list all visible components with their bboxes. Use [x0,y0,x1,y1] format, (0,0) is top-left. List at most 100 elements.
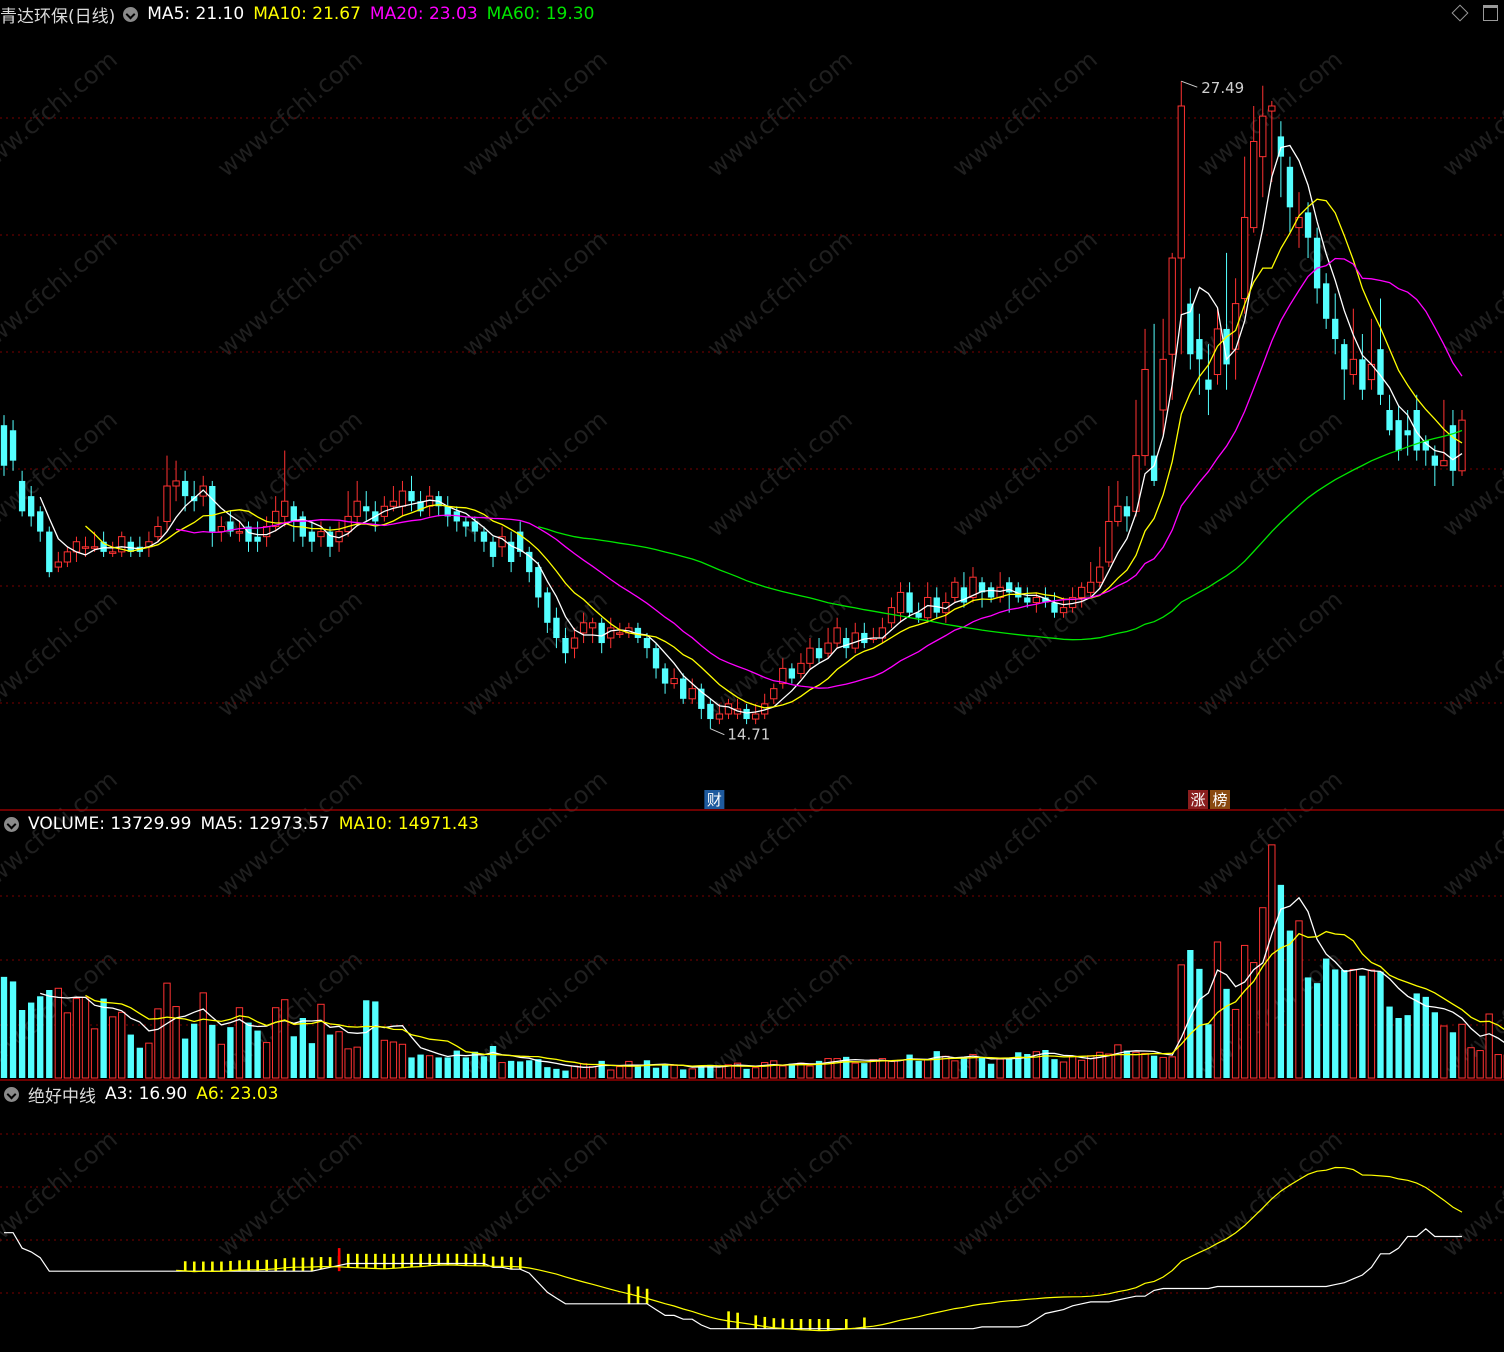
volume-bar[interactable] [1322,958,1330,1078]
candle-body[interactable] [1332,318,1339,340]
candle-body[interactable] [1205,379,1212,390]
volume-bar[interactable] [1150,1055,1158,1078]
candle-body[interactable] [861,632,868,644]
candle-body[interactable] [1051,602,1058,613]
candle-body[interactable] [1114,505,1122,522]
volume-bar[interactable] [1105,1053,1113,1079]
volume-bar[interactable] [81,996,90,1079]
candle-body[interactable] [1431,455,1439,466]
volume-bar[interactable] [254,1030,261,1078]
volume-bar[interactable] [553,1068,560,1078]
volume-bar[interactable] [100,998,107,1078]
candle-body[interactable] [643,638,651,649]
volume-bar[interactable] [235,1007,244,1079]
candle-body[interactable] [1159,358,1167,411]
volume-bar[interactable] [1168,1056,1176,1079]
volume-bar[interactable] [1006,1058,1013,1078]
volume-bar[interactable] [1485,1013,1493,1079]
volume-bar[interactable] [715,1065,724,1079]
candle-body[interactable] [680,678,687,699]
volume-bar[interactable] [18,1010,26,1078]
candle-body[interactable] [389,500,398,507]
candle-body[interactable] [553,617,560,638]
volume-bar[interactable] [661,1064,669,1078]
volume-bar[interactable] [136,1047,144,1078]
volume-bar[interactable] [1196,968,1203,1078]
volume-bar[interactable] [72,998,81,1079]
candle-body[interactable] [815,648,823,659]
volume-bar[interactable] [588,1066,597,1079]
volume-bar[interactable] [290,1036,297,1078]
candle-body[interactable] [933,597,940,613]
volume-bar[interactable] [1132,1051,1140,1079]
volume-bar[interactable] [1332,969,1339,1078]
volume-bar[interactable] [1313,983,1321,1078]
volume-bar[interactable] [1059,1061,1068,1079]
volume-bar[interactable] [896,1059,905,1079]
volume-bar[interactable] [199,992,207,1079]
volume-bar[interactable] [698,1066,705,1078]
candle-body[interactable] [90,546,99,549]
volume-bar[interactable] [1223,988,1230,1078]
volume-bar[interactable] [1068,1055,1077,1079]
volume-bar[interactable] [1286,930,1294,1078]
candle-body[interactable] [1024,597,1031,603]
volume-bar[interactable] [933,1051,940,1078]
volume-bar[interactable] [498,1062,506,1079]
candle-body[interactable] [1123,506,1131,517]
volume-bar[interactable] [1440,1025,1448,1079]
volume-bar[interactable] [770,1060,778,1079]
volume-bar[interactable] [344,1048,352,1079]
candle-body[interactable] [1341,344,1348,370]
candle-body[interactable] [209,486,216,532]
candle-body[interactable] [751,713,760,720]
candle-body[interactable] [1087,581,1095,593]
volume-bar[interactable] [1250,962,1258,1079]
volume-bar[interactable] [480,1056,488,1078]
candle-body[interactable] [353,500,361,517]
volume-bar[interactable] [191,1023,198,1078]
volume-bar[interactable] [335,1031,343,1079]
volume-bar[interactable] [1431,1012,1439,1078]
volume-bar[interactable] [824,1058,832,1079]
window-icon[interactable] [1483,5,1498,21]
candle-body[interactable] [570,637,579,649]
candle-body[interactable] [770,688,778,700]
volume-bar[interactable] [1341,970,1348,1078]
collapse-icon[interactable] [123,6,139,22]
candle-body[interactable] [1395,420,1402,451]
candle-body[interactable] [163,485,171,522]
candle-body[interactable] [797,662,805,674]
candle-body[interactable] [833,627,841,644]
volume-bar[interactable] [987,1063,995,1078]
candle-body[interactable] [217,526,226,533]
candle-body[interactable] [54,561,63,568]
candle-body[interactable] [1304,212,1312,238]
volume-bar[interactable] [326,1034,334,1078]
candle-body[interactable] [851,632,859,649]
volume-bar[interactable] [372,1001,379,1078]
volume-bar[interactable] [544,1067,551,1078]
candle-body[interactable] [480,531,488,542]
volume-bar[interactable] [996,1058,1004,1079]
volume-bar[interactable] [570,1065,579,1079]
volume-bar[interactable] [960,1057,968,1078]
volume-bar[interactable] [118,1011,126,1079]
volume-bar[interactable] [1476,1050,1484,1079]
candle-body[interactable] [562,638,569,654]
volume-bar[interactable] [1240,944,1249,1079]
candle-body[interactable] [906,592,913,613]
volume-bar[interactable] [861,1063,868,1078]
stock-chart[interactable]: www.cfchi.com www.cfchi.com www.cfchi.com w… [0,0,1504,1352]
volume-bar[interactable] [1141,1052,1149,1079]
volume-bar[interactable] [217,1043,226,1079]
candle-body[interactable] [915,612,922,618]
collapse-icon[interactable] [4,816,19,832]
candle-body[interactable] [1240,216,1249,300]
volume-bar[interactable] [1413,993,1420,1078]
volume-bar[interactable] [743,1068,750,1078]
volume-bar[interactable] [688,1068,696,1079]
volume-bar[interactable] [1015,1052,1022,1078]
volume-bar[interactable] [579,1063,588,1079]
volume-bar[interactable] [851,1062,859,1079]
